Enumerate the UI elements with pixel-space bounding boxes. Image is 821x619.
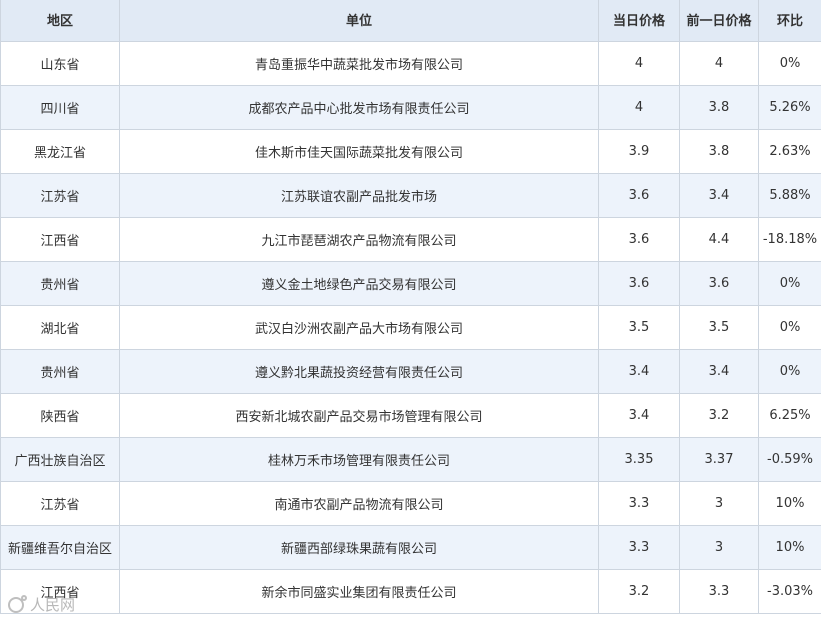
cell-company: 江苏联谊农副产品批发市场 [119,173,599,218]
price-table: 地区 单位 当日价格 前一日价格 环比 山东省 青岛重振华中蔬菜批发市场有限公司… [0,0,821,614]
cell-previous-price: 3.5 [679,305,759,350]
table-header-row: 地区 单位 当日价格 前一日价格 环比 [0,0,821,42]
cell-region: 贵州省 [0,349,120,394]
table-row: 广西壮族自治区 桂林万禾市场管理有限责任公司 3.35 3.37 -0.59% [0,437,821,482]
cell-previous-price: 3 [679,525,759,570]
cell-change: 6.25% [758,393,821,438]
cell-today-price: 3.6 [598,217,680,262]
cell-today-price: 3.2 [598,569,680,614]
header-company: 单位 [119,0,599,42]
cell-region: 黑龙江省 [0,129,120,174]
cell-today-price: 3.6 [598,173,680,218]
cell-company: 九江市琵琶湖农产品物流有限公司 [119,217,599,262]
cell-previous-price: 3.2 [679,393,759,438]
cell-previous-price: 3.37 [679,437,759,482]
cell-previous-price: 3.8 [679,129,759,174]
cell-today-price: 3.35 [598,437,680,482]
cell-company: 南通市农副产品物流有限公司 [119,481,599,526]
cell-company: 成都农产品中心批发市场有限责任公司 [119,85,599,130]
cell-previous-price: 4.4 [679,217,759,262]
cell-region: 广西壮族自治区 [0,437,120,482]
cell-company: 青岛重振华中蔬菜批发市场有限公司 [119,41,599,86]
cell-today-price: 3.6 [598,261,680,306]
cell-change: 10% [758,525,821,570]
header-previous-price: 前一日价格 [679,0,759,42]
cell-company: 遵义黔北果蔬投资经营有限责任公司 [119,349,599,394]
cell-company: 桂林万禾市场管理有限责任公司 [119,437,599,482]
table-row: 江苏省 江苏联谊农副产品批发市场 3.6 3.4 5.88% [0,173,821,218]
cell-today-price: 3.4 [598,349,680,394]
cell-previous-price: 3 [679,481,759,526]
cell-region: 山东省 [0,41,120,86]
cell-change: 0% [758,305,821,350]
table-row: 陕西省 西安新北城农副产品交易市场管理有限公司 3.4 3.2 6.25% [0,393,821,438]
cell-today-price: 4 [598,41,680,86]
cell-region: 湖北省 [0,305,120,350]
table-row: 江苏省 南通市农副产品物流有限公司 3.3 3 10% [0,481,821,526]
cell-change: -3.03% [758,569,821,614]
table-row: 贵州省 遵义黔北果蔬投资经营有限责任公司 3.4 3.4 0% [0,349,821,394]
cell-today-price: 3.3 [598,481,680,526]
cell-change: 10% [758,481,821,526]
table-row: 贵州省 遵义金土地绿色产品交易有限公司 3.6 3.6 0% [0,261,821,306]
cell-region: 江苏省 [0,173,120,218]
cell-company: 武汉白沙洲农副产品大市场有限公司 [119,305,599,350]
cell-change: -18.18% [758,217,821,262]
cell-change: 0% [758,261,821,306]
cell-region: 江西省 [0,217,120,262]
cell-change: 0% [758,349,821,394]
cell-previous-price: 3.4 [679,173,759,218]
table-row: 江西省 新余市同盛实业集团有限责任公司 3.2 3.3 -3.03% [0,569,821,614]
cell-region: 陕西省 [0,393,120,438]
cell-change: 2.63% [758,129,821,174]
cell-today-price: 3.4 [598,393,680,438]
cell-company: 西安新北城农副产品交易市场管理有限公司 [119,393,599,438]
cell-previous-price: 3.8 [679,85,759,130]
cell-previous-price: 3.3 [679,569,759,614]
cell-change: -0.59% [758,437,821,482]
cell-previous-price: 4 [679,41,759,86]
cell-region: 四川省 [0,85,120,130]
cell-region: 新疆维吾尔自治区 [0,525,120,570]
header-region: 地区 [0,0,120,42]
table-row: 江西省 九江市琵琶湖农产品物流有限公司 3.6 4.4 -18.18% [0,217,821,262]
table-row: 四川省 成都农产品中心批发市场有限责任公司 4 3.8 5.26% [0,85,821,130]
table-row: 湖北省 武汉白沙洲农副产品大市场有限公司 3.5 3.5 0% [0,305,821,350]
table-row: 山东省 青岛重振华中蔬菜批发市场有限公司 4 4 0% [0,41,821,86]
table-row: 新疆维吾尔自治区 新疆西部绿珠果蔬有限公司 3.3 3 10% [0,525,821,570]
cell-company: 遵义金土地绿色产品交易有限公司 [119,261,599,306]
cell-change: 0% [758,41,821,86]
cell-today-price: 4 [598,85,680,130]
cell-change: 5.88% [758,173,821,218]
cell-company: 新疆西部绿珠果蔬有限公司 [119,525,599,570]
header-today-price: 当日价格 [598,0,680,42]
cell-today-price: 3.5 [598,305,680,350]
cell-change: 5.26% [758,85,821,130]
cell-company: 新余市同盛实业集团有限责任公司 [119,569,599,614]
cell-region: 江西省 [0,569,120,614]
cell-previous-price: 3.4 [679,349,759,394]
cell-today-price: 3.9 [598,129,680,174]
cell-region: 贵州省 [0,261,120,306]
cell-today-price: 3.3 [598,525,680,570]
cell-company: 佳木斯市佳天国际蔬菜批发有限公司 [119,129,599,174]
table-row: 黑龙江省 佳木斯市佳天国际蔬菜批发有限公司 3.9 3.8 2.63% [0,129,821,174]
header-change: 环比 [758,0,821,42]
cell-previous-price: 3.6 [679,261,759,306]
cell-region: 江苏省 [0,481,120,526]
